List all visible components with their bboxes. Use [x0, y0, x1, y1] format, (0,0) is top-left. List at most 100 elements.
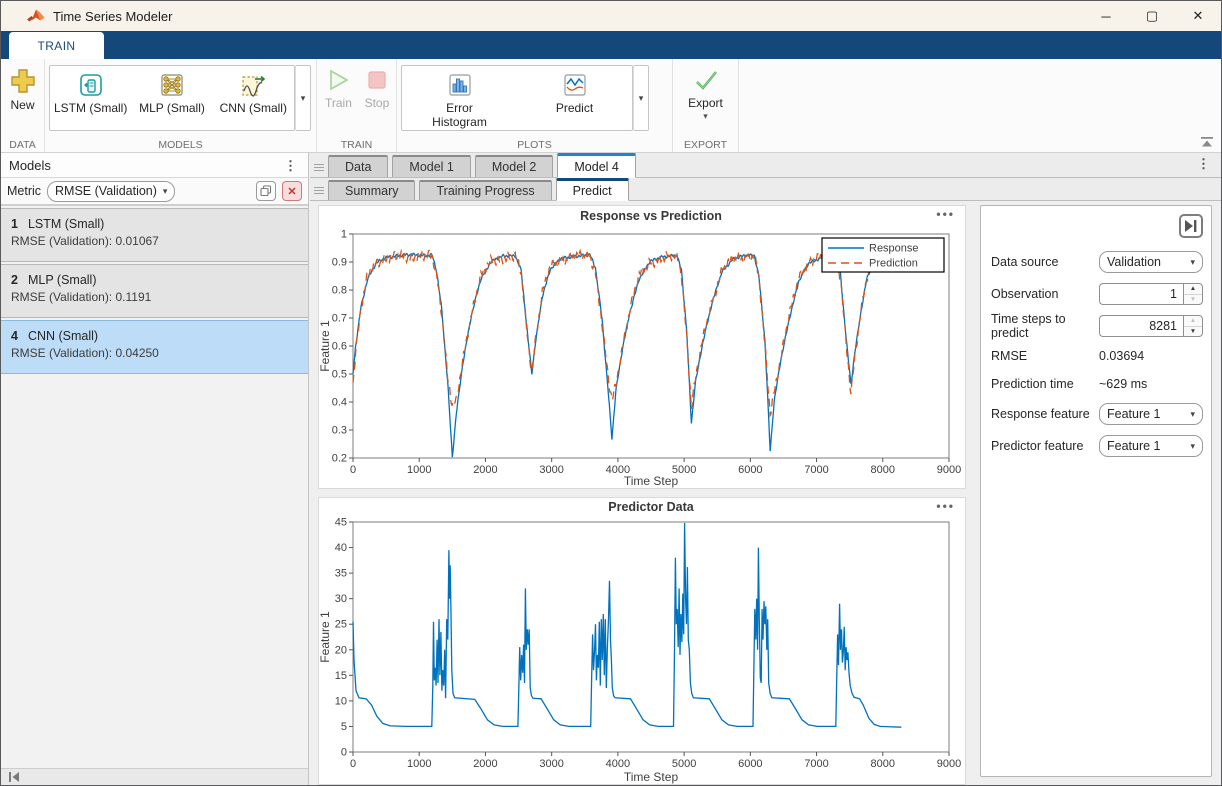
- svg-text:8000: 8000: [871, 758, 895, 770]
- cnn-icon: [239, 71, 267, 99]
- section-label-plots: PLOTS: [397, 139, 672, 151]
- svg-text:0.4: 0.4: [332, 397, 347, 409]
- svg-text:5000: 5000: [672, 758, 696, 770]
- section-label-data: DATA: [1, 139, 44, 151]
- tab-train[interactable]: TRAIN: [9, 32, 104, 59]
- chevron-down-icon: ▾: [301, 93, 306, 104]
- section-label-train: TRAIN: [317, 139, 396, 151]
- models-gallery-dropdown[interactable]: ▾: [295, 65, 311, 131]
- svg-text:10: 10: [335, 695, 347, 707]
- data-source-dropdown[interactable]: Validation ▾: [1099, 251, 1203, 273]
- svg-text:30: 30: [335, 593, 347, 605]
- play-icon: [325, 67, 351, 93]
- chevron-down-icon: ▾: [163, 186, 168, 197]
- svg-text:0.2: 0.2: [332, 453, 347, 465]
- tab-model-2[interactable]: Model 2: [475, 155, 553, 177]
- mlp-icon: [158, 71, 186, 99]
- document-tabrow-menu-icon[interactable]: ⋮: [1194, 157, 1213, 170]
- minimize-button[interactable]: ─: [1083, 1, 1129, 31]
- matlab-logo-icon: [27, 8, 45, 24]
- duplicate-model-button[interactable]: [256, 181, 276, 201]
- train-button[interactable]: Train: [321, 65, 356, 136]
- tab-model-4[interactable]: Model 4: [557, 153, 635, 178]
- section-models: LSTM (Small): [45, 59, 317, 152]
- ribbon-tab-band: TRAIN: [1, 31, 1221, 59]
- stop-icon: [364, 67, 390, 93]
- subtabrow-grip[interactable]: [314, 187, 324, 194]
- svg-text:4000: 4000: [606, 758, 630, 770]
- svg-text:0.5: 0.5: [332, 369, 347, 381]
- tab-training-progress[interactable]: Training Progress: [419, 180, 551, 200]
- predictor-data-chart: 0100020003000400050006000700080009000051…: [319, 498, 965, 784]
- close-button[interactable]: ✕: [1175, 1, 1221, 31]
- app-window: Time Series Modeler ─ ▢ ✕ TRAIN New DATA: [0, 0, 1222, 786]
- spin-up-icon[interactable]: ▲: [1184, 316, 1202, 327]
- chevron-down-icon: ▾: [1190, 257, 1195, 268]
- spin-down-icon[interactable]: ▼: [1184, 295, 1202, 305]
- tab-predict[interactable]: Predict: [556, 178, 629, 201]
- svg-text:45: 45: [335, 517, 347, 529]
- plots-gallery: Error Histogram Predict: [401, 65, 633, 131]
- response-feature-dropdown[interactable]: Feature 1 ▾: [1099, 403, 1203, 425]
- predictor-feature-dropdown[interactable]: Feature 1 ▾: [1099, 435, 1203, 457]
- stop-button[interactable]: Stop: [360, 65, 394, 136]
- titlebar: Time Series Modeler ─ ▢ ✕: [1, 1, 1221, 31]
- models-panel-title: Models: [9, 158, 51, 173]
- time-steps-spinner[interactable]: 8281 ▲ ▼: [1099, 315, 1203, 337]
- model-template-cnn[interactable]: CNN (Small): [213, 66, 294, 130]
- models-panel-menu-icon[interactable]: ⋮: [281, 159, 300, 172]
- metric-dropdown[interactable]: RMSE (Validation) ▾: [47, 181, 175, 202]
- svg-text:8000: 8000: [871, 464, 895, 476]
- collapse-panel-left-icon[interactable]: [7, 771, 21, 783]
- model-list-item-4[interactable]: 4CNN (Small) RMSE (Validation): 0.04250: [1, 320, 308, 374]
- tab-summary[interactable]: Summary: [328, 180, 415, 200]
- section-label-models: MODELS: [45, 139, 316, 151]
- observation-spinner[interactable]: 1 ▲ ▼: [1099, 283, 1203, 305]
- svg-text:2000: 2000: [473, 758, 497, 770]
- model-list-item-2[interactable]: 2MLP (Small) RMSE (Validation): 0.1191: [1, 264, 308, 318]
- chevron-down-icon: ▾: [1190, 409, 1195, 420]
- svg-text:Feature 1: Feature 1: [319, 320, 332, 372]
- svg-text:Response: Response: [869, 243, 919, 255]
- tab-data[interactable]: Data: [328, 155, 388, 177]
- time-steps-field[interactable]: 8281: [1099, 315, 1183, 337]
- tabrow-grip[interactable]: [314, 164, 324, 171]
- svg-text:15: 15: [335, 670, 347, 682]
- observation-field[interactable]: 1: [1099, 283, 1183, 305]
- delete-model-button[interactable]: ✕: [282, 181, 302, 201]
- svg-text:1000: 1000: [407, 758, 431, 770]
- plots-gallery-dropdown[interactable]: ▾: [633, 65, 649, 131]
- chevron-down-icon: ▾: [639, 93, 644, 104]
- predict-options-panel: Data source Validation ▾ Observation 1 ▲…: [980, 205, 1212, 777]
- collapse-panel-right-button[interactable]: [1179, 214, 1203, 238]
- svg-text:40: 40: [335, 542, 347, 554]
- svg-text:Prediction: Prediction: [869, 258, 918, 270]
- plot-error-histogram[interactable]: Error Histogram: [402, 66, 517, 130]
- svg-text:6000: 6000: [738, 758, 762, 770]
- charts-column: ••• 010002000300040005000600070008000900…: [310, 201, 974, 785]
- svg-text:Time Step: Time Step: [624, 770, 679, 784]
- svg-text:3000: 3000: [539, 464, 563, 476]
- svg-text:9000: 9000: [937, 758, 961, 770]
- svg-text:Feature 1: Feature 1: [319, 611, 332, 663]
- model-template-mlp[interactable]: MLP (Small): [131, 66, 212, 130]
- spin-up-icon[interactable]: ▲: [1184, 284, 1202, 295]
- predict-icon: [561, 71, 589, 99]
- maximize-button[interactable]: ▢: [1129, 1, 1175, 31]
- chart-options-icon[interactable]: •••: [936, 207, 955, 221]
- export-button[interactable]: Export ▾: [677, 65, 734, 124]
- svg-text:6000: 6000: [738, 464, 762, 476]
- tab-model-1[interactable]: Model 1: [392, 155, 470, 177]
- spin-down-icon[interactable]: ▼: [1184, 327, 1202, 337]
- model-list-item-1[interactable]: 1LSTM (Small) RMSE (Validation): 0.01067: [1, 208, 308, 262]
- collapse-ribbon-icon[interactable]: [1200, 137, 1214, 148]
- new-button[interactable]: New: [5, 65, 40, 114]
- svg-text:35: 35: [335, 568, 347, 580]
- svg-text:0: 0: [350, 758, 356, 770]
- section-label-export: EXPORT: [673, 139, 738, 151]
- copy-icon: [260, 185, 272, 197]
- model-template-lstm[interactable]: LSTM (Small): [50, 66, 131, 130]
- rmse-row: RMSE 0.03694: [981, 342, 1211, 370]
- plot-predict[interactable]: Predict: [517, 66, 632, 130]
- chart-options-icon[interactable]: •••: [936, 499, 955, 513]
